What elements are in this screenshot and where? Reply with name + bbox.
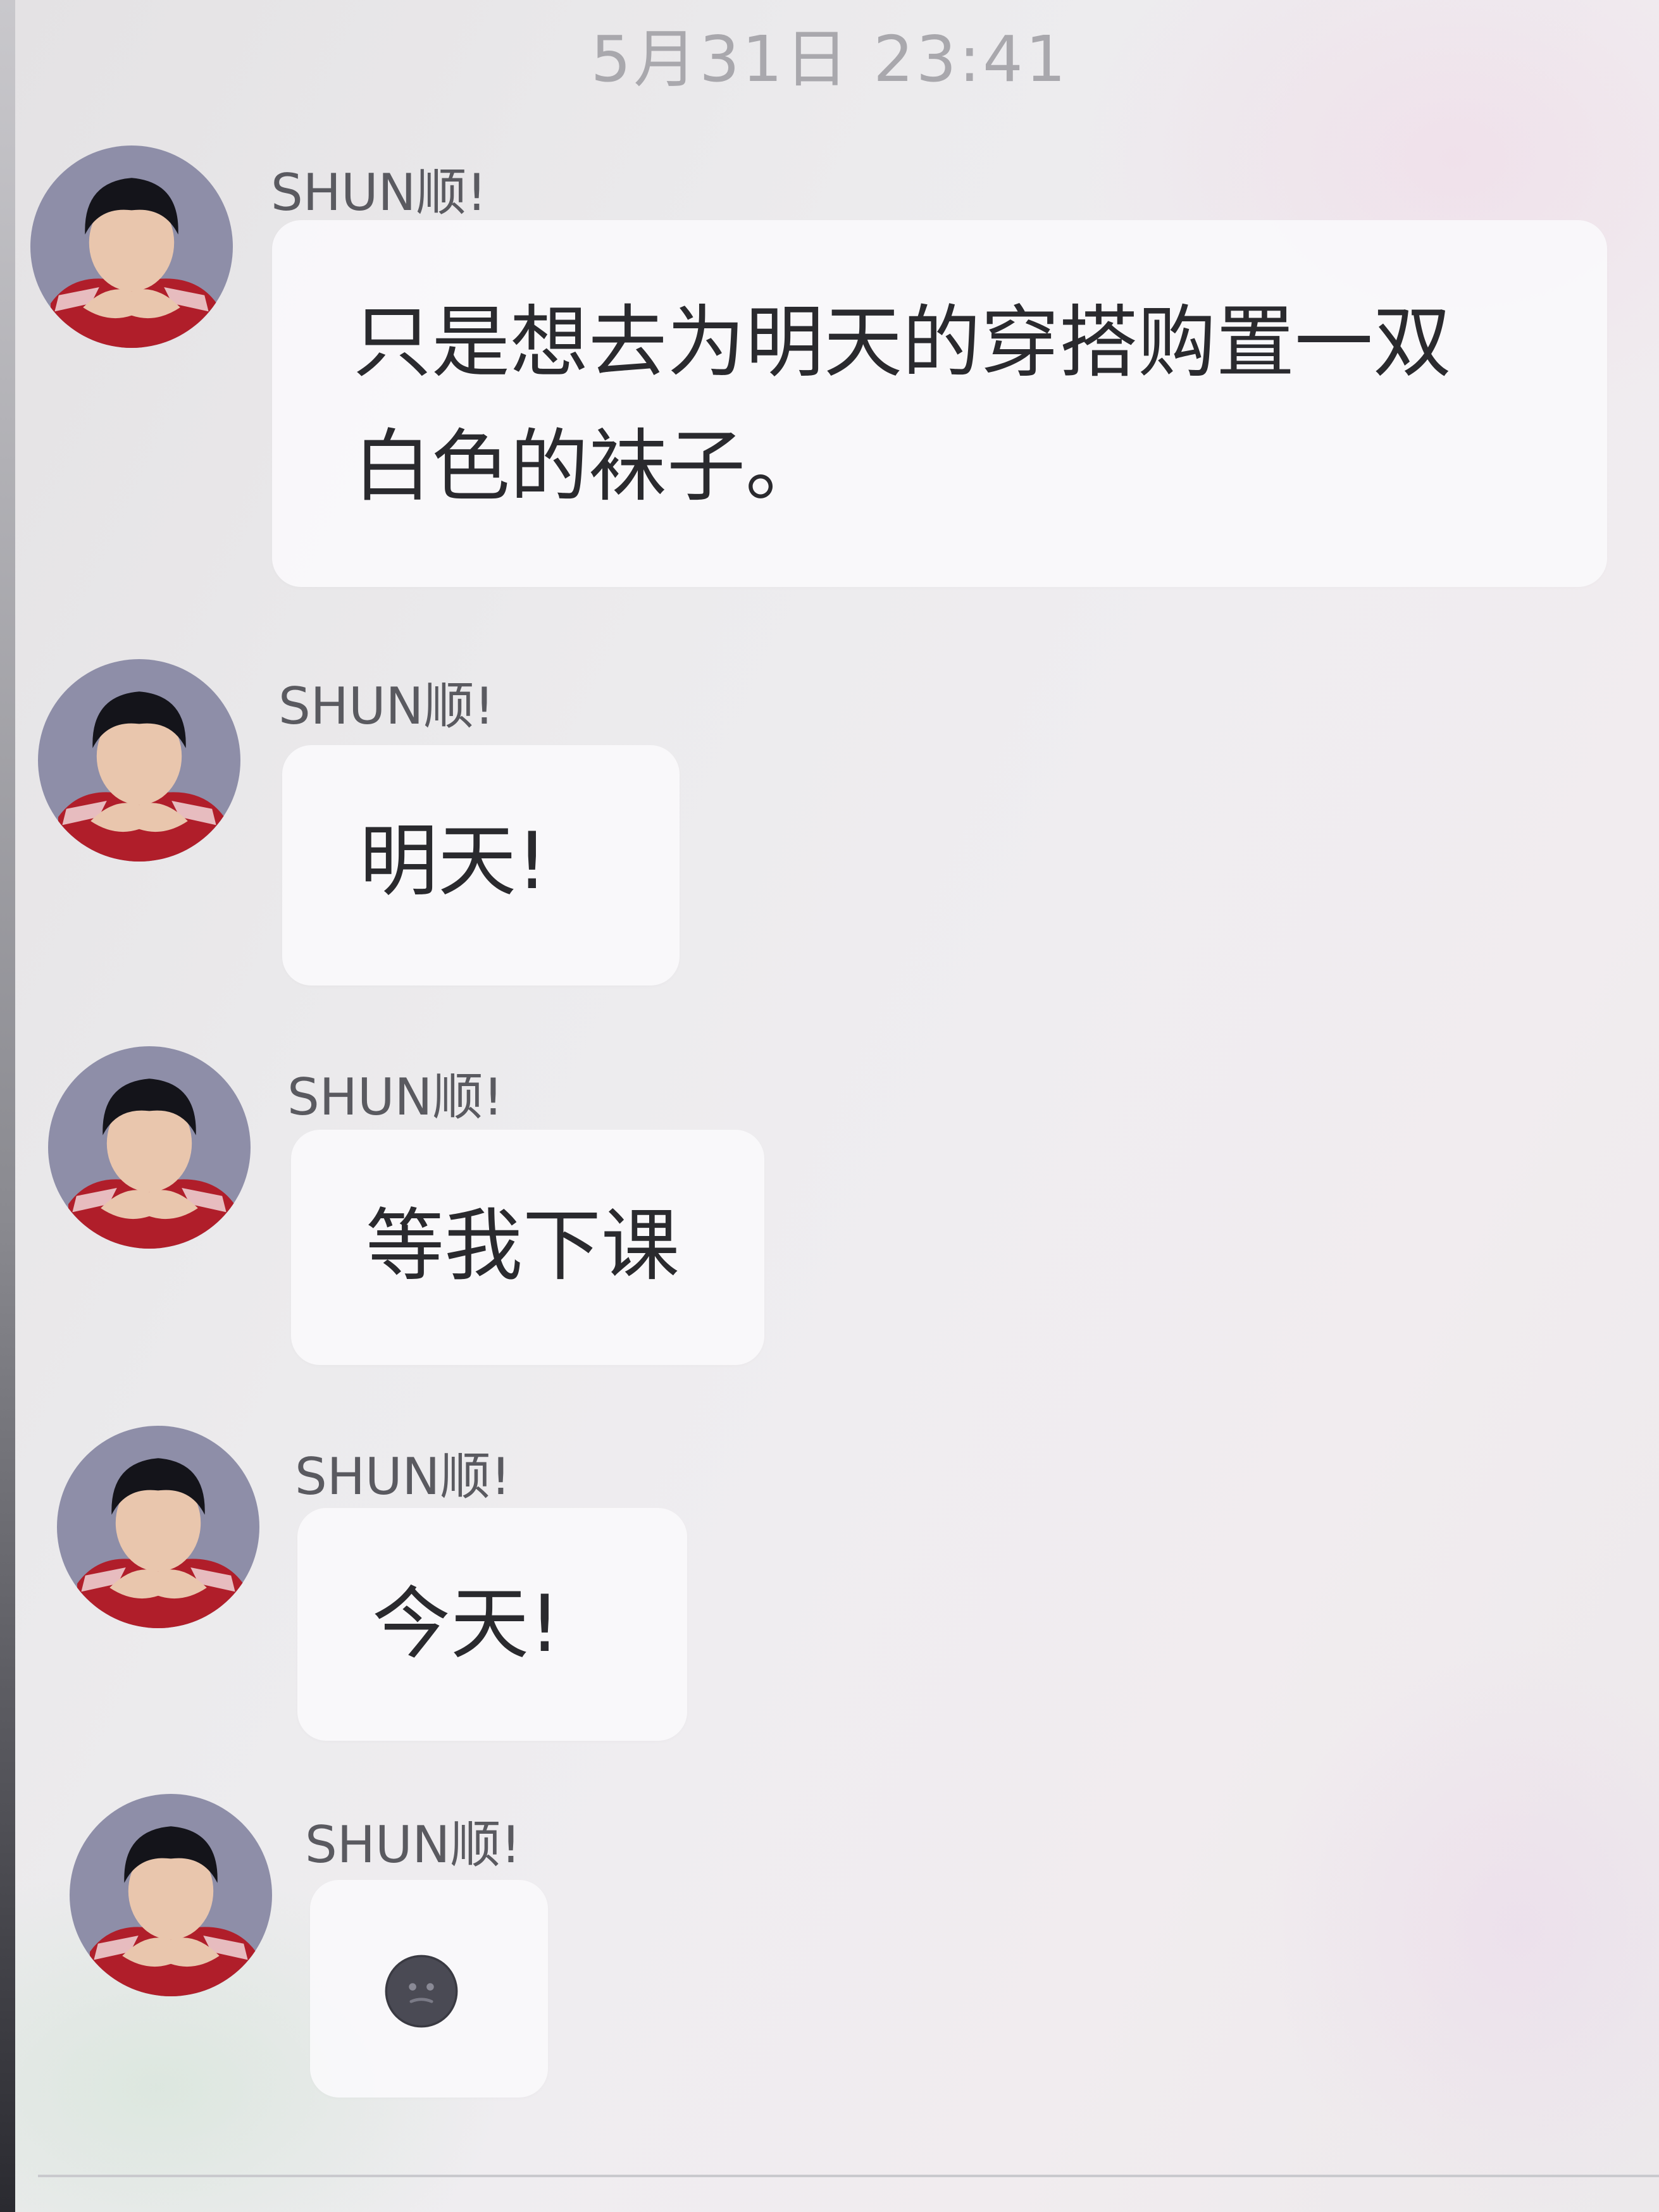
avatar-photo (48, 1046, 251, 1249)
message-bubble[interactable]: 等我下课 (291, 1130, 764, 1365)
avatar[interactable] (70, 1794, 272, 1996)
avatar[interactable] (48, 1046, 251, 1249)
message-bubble[interactable]: 明天! (282, 745, 680, 986)
message-bubble[interactable] (310, 1880, 548, 2098)
sender-name: SHUN顺! (305, 1815, 521, 1874)
avatar[interactable] (30, 145, 233, 348)
input-divider (38, 2175, 1659, 2177)
message-text: 等我下课 (366, 1201, 680, 1292)
sender-name: SHUN顺! (278, 677, 495, 736)
avatar[interactable] (57, 1426, 259, 1628)
message-text: 明天! (359, 816, 548, 907)
dark-face-emoji-icon (385, 1955, 458, 2028)
chat-screen: 5月31日 23:41 SHUN顺! 只是想去为明天的穿搭购置一双 白色的袜子。 (0, 0, 1659, 2212)
avatar-photo (30, 145, 233, 348)
message-text: 只是想去为明天的穿搭购置一双 (353, 297, 1452, 388)
sender-name: SHUN顺! (287, 1068, 504, 1127)
sender-name: SHUN顺! (295, 1447, 511, 1506)
avatar[interactable] (38, 659, 240, 862)
avatar-photo (38, 659, 240, 862)
message-bubble[interactable]: 今天! (297, 1508, 687, 1741)
avatar-photo (70, 1794, 272, 1996)
message-text: 白色的袜子。 (353, 421, 824, 512)
sender-name: SHUN顺! (271, 163, 487, 222)
screen-glare (1265, 1645, 1659, 2212)
device-edge (0, 0, 15, 2212)
avatar-photo (57, 1426, 259, 1628)
message-bubble[interactable]: 只是想去为明天的穿搭购置一双 白色的袜子。 (272, 220, 1607, 587)
chat-timestamp: 5月31日 23:41 (590, 22, 1069, 96)
message-text: 今天! (372, 1579, 561, 1670)
